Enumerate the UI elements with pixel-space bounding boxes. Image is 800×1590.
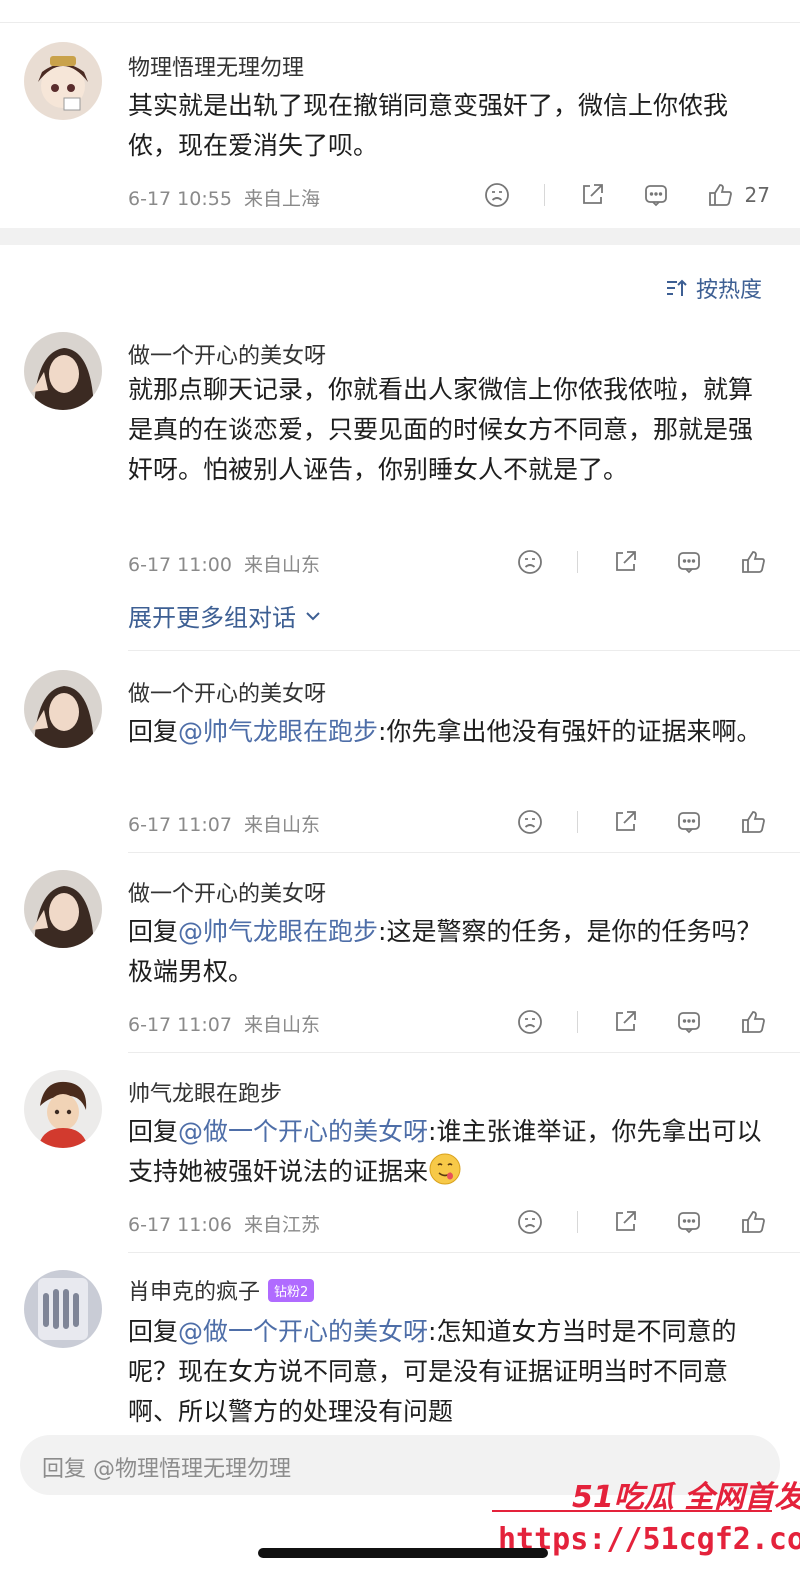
mention-link[interactable]: @帅气龙眼在跑步 xyxy=(178,717,378,746)
comment-time: 6-17 11:07 xyxy=(128,1014,232,1036)
comment-text: 回复@做一个开心的美女呀:怎知道女方当时是不同意的呢？现在女方说不同意，可是没有… xyxy=(128,1312,768,1432)
section-gap xyxy=(0,228,800,245)
mention-link[interactable]: @帅气龙眼在跑步 xyxy=(178,917,378,946)
like-icon[interactable] xyxy=(736,1005,770,1039)
comment-meta: 6-17 10:55 来自上海 xyxy=(128,184,320,211)
action-separator xyxy=(577,1211,578,1233)
expand-label: 展开更多组对话 xyxy=(128,604,296,632)
home-indicator[interactable] xyxy=(258,1548,548,1558)
comment-meta: 6-17 11:00 来自山东 xyxy=(128,550,320,577)
mention-link[interactable]: @做一个开心的美女呀 xyxy=(178,1317,428,1346)
dislike-icon[interactable] xyxy=(513,1205,547,1239)
action-separator xyxy=(577,811,578,833)
comment-actions xyxy=(483,805,770,839)
comment-location: 来自山东 xyxy=(244,814,321,836)
like-icon[interactable] xyxy=(736,805,770,839)
avatar[interactable] xyxy=(24,1070,102,1148)
yummy-face-icon xyxy=(429,1153,461,1185)
comment-divider xyxy=(128,852,800,853)
comment-actions xyxy=(483,545,770,579)
comment-time: 6-17 10:55 xyxy=(128,188,232,210)
like-icon[interactable] xyxy=(736,545,770,579)
comment-username: 肖申克的疯子 钻粉2 xyxy=(128,1274,315,1306)
comment-icon[interactable] xyxy=(672,545,706,579)
avatar[interactable] xyxy=(24,870,102,948)
comment-icon[interactable] xyxy=(639,178,673,212)
comment-time: 6-17 11:00 xyxy=(128,554,232,576)
dislike-icon[interactable] xyxy=(480,178,514,212)
action-separator xyxy=(577,1011,578,1033)
comment-username[interactable]: 做一个开心的美女呀 xyxy=(128,676,326,708)
chevron-down-icon xyxy=(306,611,320,620)
comment-time: 6-17 11:06 xyxy=(128,1214,232,1236)
comment-meta: 6-17 11:06 来自江苏 xyxy=(128,1210,320,1237)
comment-icon[interactable] xyxy=(672,1005,706,1039)
share-icon[interactable] xyxy=(608,545,642,579)
like-icon[interactable] xyxy=(736,1205,770,1239)
comment-actions: 27 xyxy=(450,178,770,212)
reply-prefix: 回复 xyxy=(128,1317,179,1346)
comment-icon[interactable] xyxy=(672,1205,706,1239)
dislike-icon[interactable] xyxy=(513,545,547,579)
avatar[interactable] xyxy=(24,1270,102,1348)
like-count: 27 xyxy=(744,183,770,207)
share-icon[interactable] xyxy=(608,1205,642,1239)
comment-location: 来自江苏 xyxy=(244,1214,321,1236)
comment-meta: 6-17 11:07 来自山东 xyxy=(128,1010,320,1037)
sort-label: 按热度 xyxy=(695,278,762,303)
reply-prefix: 回复 xyxy=(128,1117,179,1146)
reply-prefix: 回复 xyxy=(128,917,179,946)
watermark-line xyxy=(492,1510,772,1512)
comment-location: 来自山东 xyxy=(244,554,321,576)
sort-icon xyxy=(666,279,687,296)
action-separator xyxy=(577,551,578,573)
dislike-icon[interactable] xyxy=(513,805,547,839)
comment-username[interactable]: 帅气龙眼在跑步 xyxy=(128,1076,282,1108)
comment-divider xyxy=(128,1252,800,1253)
share-icon[interactable] xyxy=(608,805,642,839)
comment-time: 6-17 11:07 xyxy=(128,814,232,836)
share-icon[interactable] xyxy=(575,178,609,212)
reply-prefix: 回复 xyxy=(128,717,179,746)
dislike-icon[interactable] xyxy=(513,1005,547,1039)
avatar[interactable] xyxy=(24,42,102,120)
action-separator xyxy=(543,184,545,206)
comment-text: 其实就是出轨了现在撤销同意变强奸了，微信上你侬我侬，现在爱消失了呗。 xyxy=(128,91,729,160)
comment-divider xyxy=(128,650,800,651)
sort-button[interactable]: 按热度 xyxy=(664,272,762,304)
comment-username[interactable]: 做一个开心的美女呀 xyxy=(128,338,326,370)
fan-badge[interactable]: 钻粉2 xyxy=(268,1279,315,1302)
comment-actions xyxy=(483,1205,770,1239)
comment-username[interactable]: 物理悟理无理勿理 xyxy=(128,50,304,82)
like-icon[interactable] xyxy=(703,178,737,212)
comment-text: 回复@帅气龙眼在跑步:你先拿出他没有强奸的证据来啊。 xyxy=(128,712,768,752)
comment-location: 来自上海 xyxy=(244,188,321,210)
comment-location: 来自山东 xyxy=(244,1014,321,1036)
comment-meta: 6-17 11:07 来自山东 xyxy=(128,810,320,837)
comment-text: 就那点聊天记录，你就看出人家微信上你侬我侬啦，就算是真的在谈恋爱，只要见面的时候… xyxy=(128,375,754,484)
avatar[interactable] xyxy=(24,670,102,748)
reply-input-placeholder: 回复 @物理悟理无理勿理 xyxy=(42,1457,291,1482)
expand-conversations-link[interactable]: 展开更多组对话 xyxy=(128,598,322,633)
comment-username[interactable]: 做一个开心的美女呀 xyxy=(128,876,326,908)
comment-text: 回复@帅气龙眼在跑步:这是警察的任务，是你的任务吗？极端男权。 xyxy=(128,912,768,992)
avatar[interactable] xyxy=(24,332,102,410)
top-divider xyxy=(0,22,800,23)
comment-text: 回复@做一个开心的美女呀:谁主张谁举证，你先拿出可以支持她被强奸说法的证据来 xyxy=(128,1112,768,1192)
mention-link[interactable]: @做一个开心的美女呀 xyxy=(178,1117,428,1146)
comment-actions xyxy=(483,1005,770,1039)
share-icon[interactable] xyxy=(608,1005,642,1039)
username-link[interactable]: 肖申克的疯子 xyxy=(128,1280,260,1305)
reply-text: :你先拿出他没有强奸的证据来啊。 xyxy=(378,717,762,746)
comment-icon[interactable] xyxy=(672,805,706,839)
comment-divider xyxy=(128,1052,800,1053)
